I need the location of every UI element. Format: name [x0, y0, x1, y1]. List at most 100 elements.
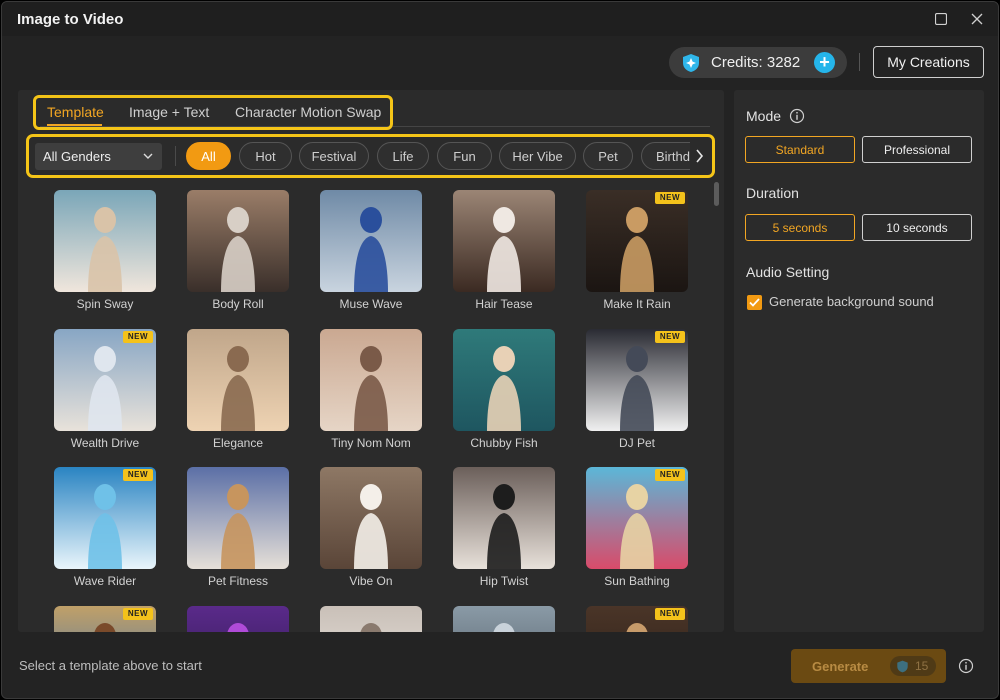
template-card[interactable]: NEW: [54, 606, 157, 632]
my-creations-button[interactable]: My Creations: [873, 46, 984, 78]
generate-cost: 15: [890, 656, 936, 676]
generate-info-icon[interactable]: [958, 658, 974, 674]
template-thumbnail[interactable]: NEW: [586, 606, 688, 632]
template-card[interactable]: Spin Sway: [54, 190, 157, 311]
template-card[interactable]: Pet Fitness: [187, 467, 290, 588]
filter-divider: [175, 146, 176, 166]
grid-scrollbar[interactable]: [714, 182, 719, 622]
thumbnail-image: [586, 190, 688, 292]
template-card[interactable]: NEW Wave Rider: [54, 467, 157, 588]
template-thumbnail[interactable]: [453, 329, 555, 431]
template-thumbnail[interactable]: [320, 467, 422, 569]
generate-cost-value: 15: [915, 659, 929, 673]
template-card[interactable]: NEW Make It Rain: [586, 190, 689, 311]
new-badge: NEW: [654, 192, 685, 204]
template-thumbnail[interactable]: NEW: [54, 606, 156, 632]
template-thumbnail[interactable]: [187, 467, 289, 569]
template-card[interactable]: Chubby Fish: [453, 329, 556, 450]
chevron-down-icon: [143, 153, 153, 159]
template-thumbnail[interactable]: NEW: [586, 467, 688, 569]
template-label: Wealth Drive: [70, 436, 140, 450]
mode-standard-button[interactable]: Standard: [745, 136, 855, 163]
background-sound-label[interactable]: Generate background sound: [769, 294, 934, 309]
background-sound-checkbox[interactable]: [747, 295, 762, 310]
chip-hot[interactable]: Hot: [239, 142, 292, 170]
chip-life[interactable]: Life: [377, 142, 429, 170]
template-card[interactable]: Elegance: [187, 329, 290, 450]
template-card[interactable]: Tiny Nom Nom: [320, 329, 423, 450]
tab-image-text[interactable]: Image + Text: [129, 104, 209, 120]
template-thumbnail[interactable]: [320, 329, 422, 431]
thumbnail-image: [320, 467, 422, 569]
chips-next-button[interactable]: [691, 146, 707, 166]
credits-label: Credits: 3282: [711, 54, 801, 71]
thumbnail-image: [54, 190, 156, 292]
chip-festival[interactable]: Festival: [299, 142, 369, 170]
mode-professional-button[interactable]: Professional: [862, 136, 972, 163]
duration-label: Duration: [746, 185, 799, 201]
template-label: Body Roll: [212, 297, 264, 311]
template-card[interactable]: Hip Twist: [453, 467, 556, 588]
template-thumbnail[interactable]: [453, 606, 555, 632]
template-card[interactable]: [187, 606, 290, 632]
template-thumbnail[interactable]: [54, 190, 156, 292]
duration-5s-button[interactable]: 5 seconds: [745, 214, 855, 241]
tab-template[interactable]: Template: [47, 104, 104, 120]
template-card[interactable]: Vibe On: [320, 467, 423, 588]
template-label: Pet Fitness: [207, 574, 269, 588]
gender-dropdown[interactable]: All Genders: [35, 143, 162, 170]
mode-info-icon[interactable]: [789, 108, 805, 124]
chip-her-vibe[interactable]: Her Vibe: [499, 142, 576, 170]
new-badge: NEW: [122, 469, 153, 481]
add-credits-button[interactable]: +: [814, 52, 835, 73]
template-card[interactable]: [320, 606, 423, 632]
template-card[interactable]: NEW Sun Bathing: [586, 467, 689, 588]
template-thumbnail[interactable]: NEW: [54, 467, 156, 569]
window-title: Image to Video: [17, 11, 124, 28]
template-card[interactable]: Body Roll: [187, 190, 290, 311]
template-thumbnail[interactable]: [187, 190, 289, 292]
credits-gem-icon: [683, 53, 699, 72]
new-badge: NEW: [122, 331, 153, 343]
generate-button[interactable]: Generate 15: [791, 649, 946, 683]
template-panel: Template Image + Text Character Motion S…: [18, 90, 724, 632]
template-label: Elegance: [212, 436, 264, 450]
new-badge: NEW: [654, 331, 685, 343]
thumbnail-image: [187, 606, 289, 632]
thumbnail-image: [586, 467, 688, 569]
template-thumbnail[interactable]: [320, 190, 422, 292]
template-thumbnail[interactable]: [320, 606, 422, 632]
template-card[interactable]: NEW DJ Pet: [586, 329, 689, 450]
template-thumbnail[interactable]: [453, 467, 555, 569]
template-card[interactable]: NEW Wealth Drive: [54, 329, 157, 450]
chevron-right-icon: [695, 149, 703, 163]
filter-bar: All Genders All Hot Festival Life Fun He…: [18, 134, 724, 180]
template-thumbnail[interactable]: NEW: [54, 329, 156, 431]
close-icon: [971, 13, 983, 25]
new-badge: NEW: [654, 608, 685, 620]
chip-all[interactable]: All: [186, 142, 231, 170]
template-thumbnail[interactable]: [187, 606, 289, 632]
thumbnail-image: [453, 467, 555, 569]
maximize-button[interactable]: [930, 8, 952, 30]
template-card[interactable]: [453, 606, 556, 632]
duration-10s-button[interactable]: 10 seconds: [862, 214, 972, 241]
thumbnail-image: [453, 190, 555, 292]
chip-pet[interactable]: Pet: [583, 142, 633, 170]
template-card[interactable]: Muse Wave: [320, 190, 423, 311]
template-thumbnail[interactable]: [453, 190, 555, 292]
scrollbar-thumb[interactable]: [714, 182, 719, 206]
close-button[interactable]: [966, 8, 988, 30]
template-thumbnail[interactable]: [187, 329, 289, 431]
chip-fun[interactable]: Fun: [437, 142, 492, 170]
template-thumbnail[interactable]: NEW: [586, 329, 688, 431]
template-thumbnail[interactable]: NEW: [586, 190, 688, 292]
template-label: Tiny Nom Nom: [331, 436, 411, 450]
template-card[interactable]: Hair Tease: [453, 190, 556, 311]
tab-character-motion-swap[interactable]: Character Motion Swap: [235, 104, 381, 120]
chip-birthday[interactable]: Birthday: [641, 142, 690, 170]
template-card[interactable]: NEW: [586, 606, 689, 632]
template-label: DJ Pet: [618, 436, 655, 450]
template-grid: Spin Sway Body Roll Muse Wave Hair Tease NEW…: [18, 186, 718, 632]
generate-label: Generate: [812, 658, 869, 674]
